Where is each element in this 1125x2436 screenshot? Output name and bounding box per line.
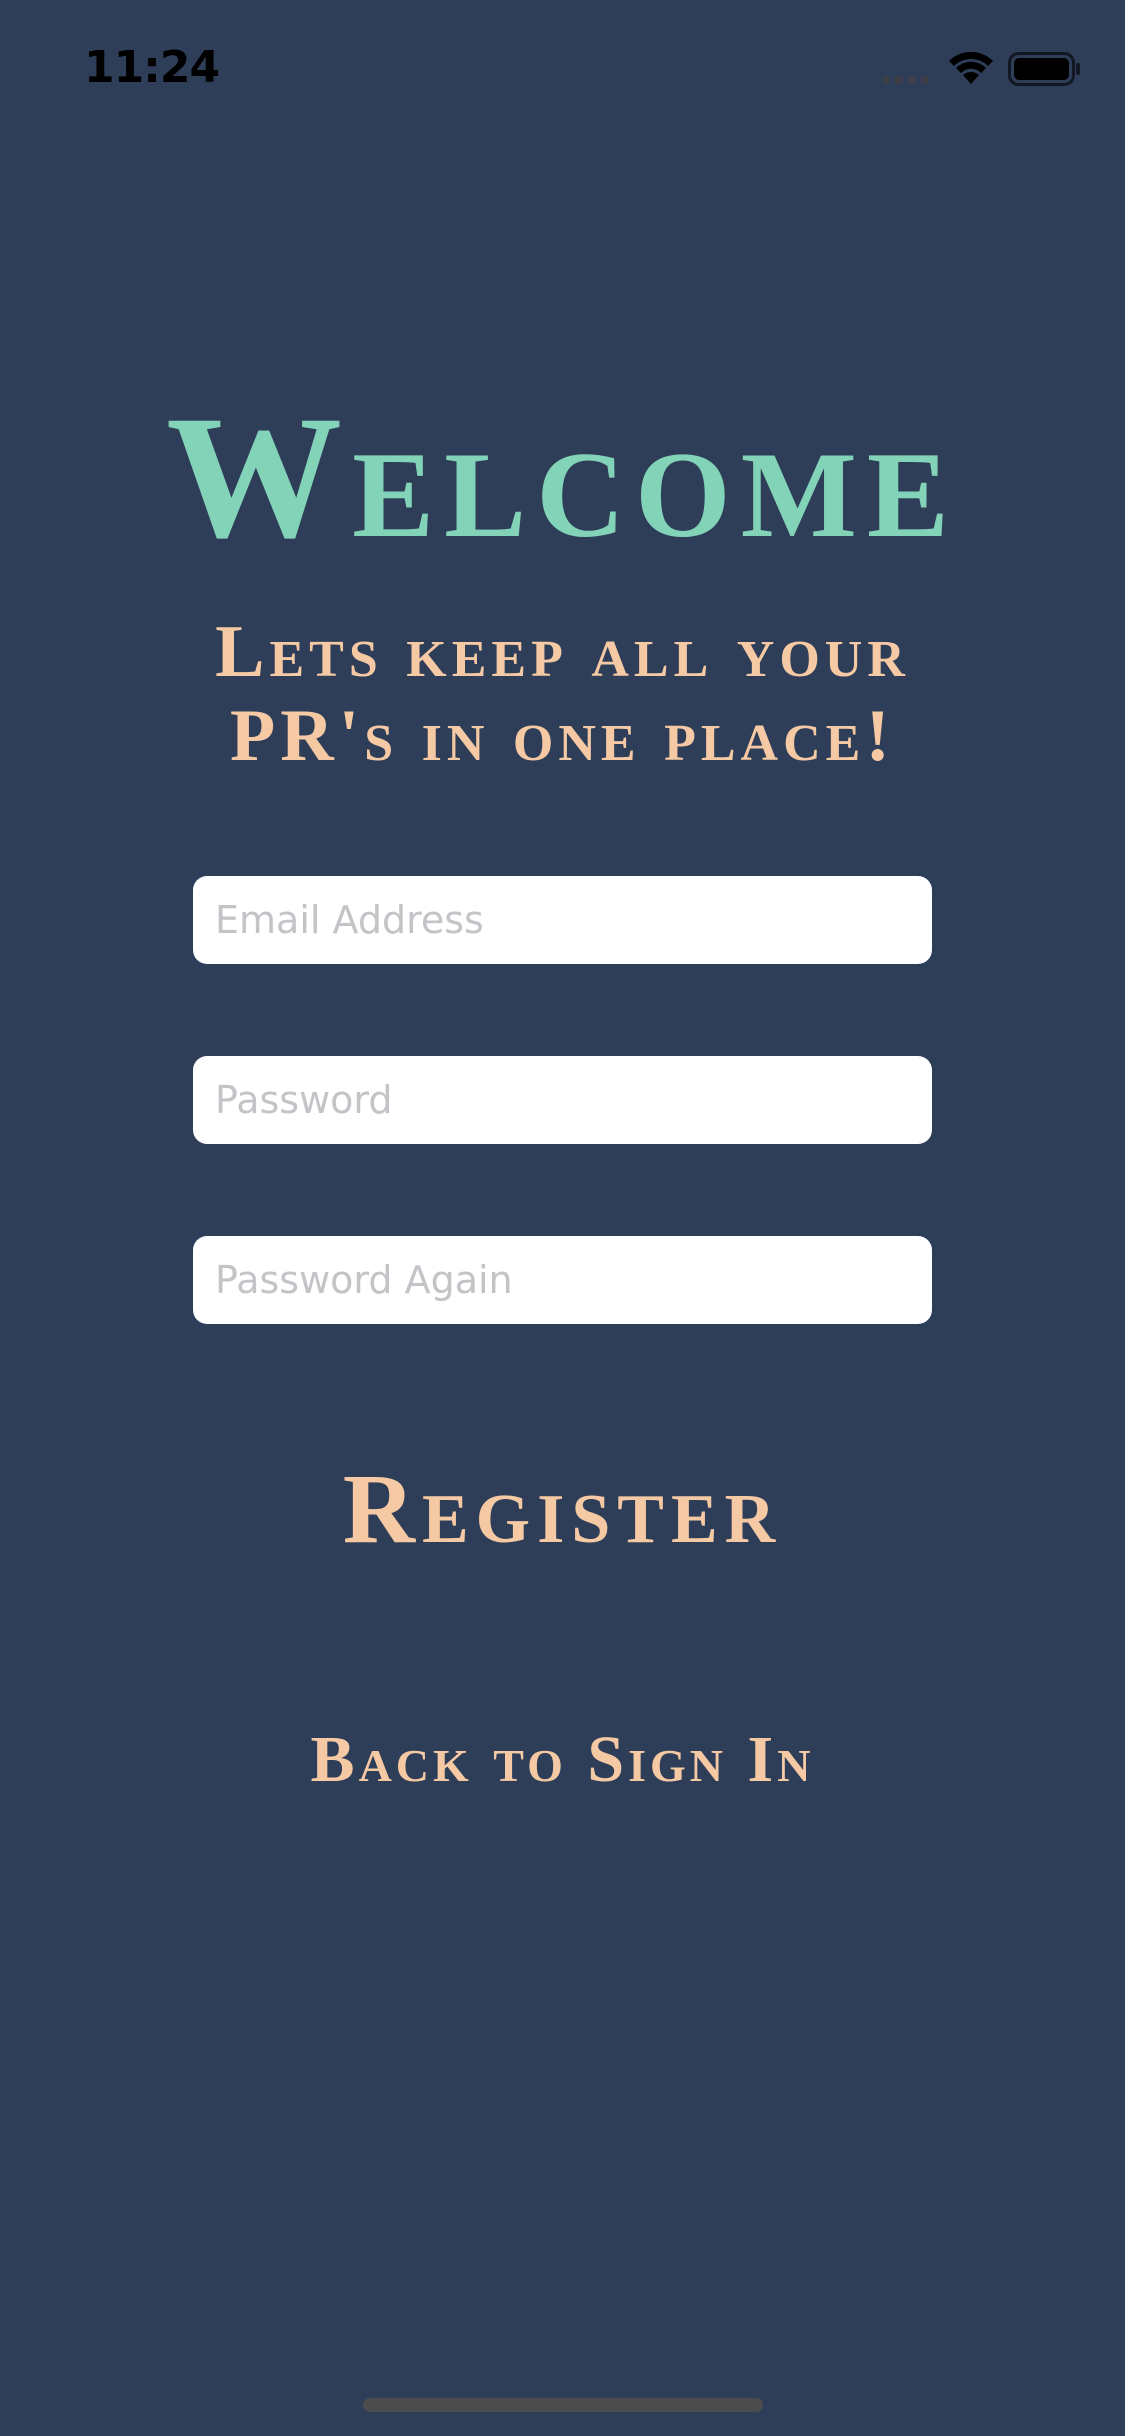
welcome-title: Welcome xyxy=(166,380,959,575)
password-field[interactable] xyxy=(193,1056,932,1144)
cellular-signal-icon xyxy=(882,76,929,84)
status-time: 11:24 xyxy=(84,42,220,93)
subtitle-line-2: PR's in one place! xyxy=(230,695,895,777)
password-again-input[interactable] xyxy=(213,1257,912,1303)
wifi-icon xyxy=(949,51,993,84)
password-input[interactable] xyxy=(213,1077,912,1123)
register-button[interactable]: Register xyxy=(0,1454,1125,1564)
home-indicator[interactable] xyxy=(363,2398,763,2412)
battery-icon xyxy=(1008,52,1080,86)
status-bar: 11:24 xyxy=(0,0,1125,140)
subtitle-line-1: Lets keep all your xyxy=(215,611,910,693)
welcome-subtitle: Lets keep all your PR's in one place! xyxy=(110,610,1015,778)
back-to-sign-in-button[interactable]: Back to Sign In xyxy=(0,1722,1125,1798)
password-again-field[interactable] xyxy=(193,1236,932,1324)
email-field[interactable] xyxy=(193,876,932,964)
email-input[interactable] xyxy=(213,897,912,943)
